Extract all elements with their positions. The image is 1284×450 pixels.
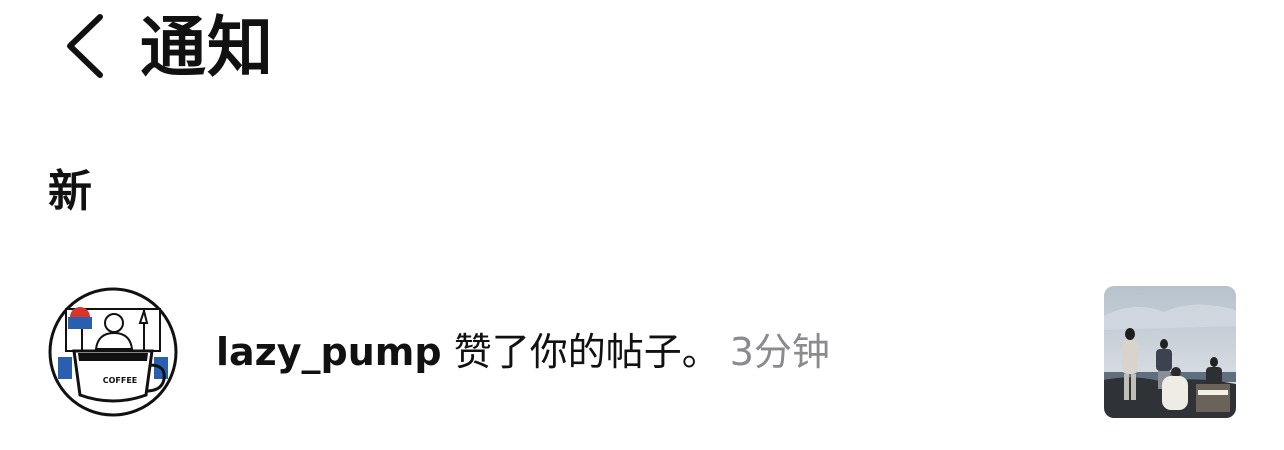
notification-time: 3分钟 [729, 330, 830, 374]
avatar-icon: COFFEE [48, 287, 178, 417]
page-title: 通知 [140, 9, 274, 86]
header: 通知 [0, 0, 1284, 100]
avatar-logo-text: COFFEE [103, 376, 138, 385]
username-link[interactable]: lazy_pump [216, 330, 442, 374]
post-thumbnail[interactable] [1104, 286, 1236, 418]
avatar[interactable]: COFFEE [48, 287, 178, 417]
section-heading-new: 新 [48, 166, 92, 217]
notification-action: 赞了你的帖子。 [441, 330, 720, 374]
notification-row[interactable]: COFFEE lazy_pump 赞了你的帖子。 3分钟 [0, 284, 1284, 420]
notification-text: lazy_pump 赞了你的帖子。 3分钟 [216, 324, 830, 380]
post-thumbnail-icon [1104, 286, 1236, 418]
chevron-left-icon [67, 14, 103, 78]
back-button[interactable] [52, 10, 116, 82]
